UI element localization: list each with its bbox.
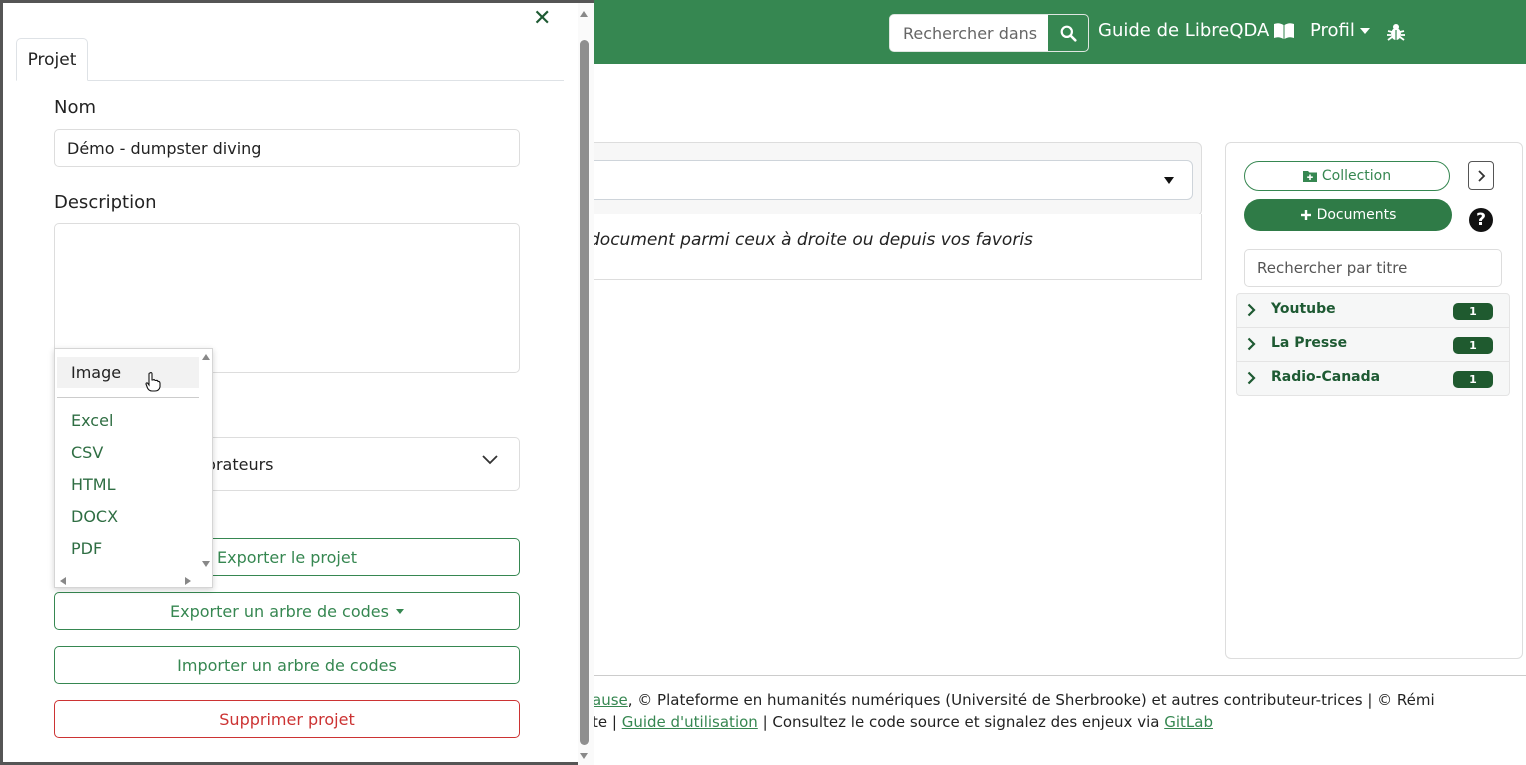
profile-menu[interactable]: Profil <box>1310 20 1370 41</box>
dropdown-item-pdf[interactable]: PDF <box>71 539 102 558</box>
dropdown-divider <box>57 397 199 398</box>
tab-projet[interactable]: Projet <box>16 38 88 81</box>
export-code-tree-label: Exporter un arbre de codes <box>170 601 389 621</box>
delete-project-button[interactable]: Supprimer projet <box>54 700 520 738</box>
collection-name: La Presse <box>1271 335 1348 351</box>
scroll-down-icon[interactable] <box>202 561 210 567</box>
caret-down-icon <box>1164 177 1174 184</box>
global-search <box>889 14 1089 52</box>
license-link[interactable]: ause <box>592 691 628 709</box>
collection-item-youtube[interactable]: Youtube 1 <box>1236 293 1510 328</box>
chevron-right-icon <box>1247 303 1256 317</box>
folder-plus-icon <box>1302 171 1317 182</box>
chevron-right-icon <box>1478 169 1486 182</box>
book-icon <box>1274 22 1295 39</box>
gitlab-link[interactable]: GitLab <box>1164 713 1213 731</box>
footer-divider <box>560 675 1526 676</box>
scroll-down-icon[interactable] <box>580 753 588 759</box>
footer-line-2: te | Guide d'utilisation | Consultez le … <box>592 713 1213 731</box>
user-guide-link[interactable]: Guide d'utilisation <box>622 713 758 731</box>
collection-count-badge: 1 <box>1453 303 1493 320</box>
scroll-right-icon[interactable] <box>185 577 191 585</box>
title-search-input[interactable] <box>1244 249 1502 287</box>
scroll-up-icon[interactable] <box>580 11 588 17</box>
export-project-label: Exporter le projet <box>217 547 357 567</box>
project-name-input[interactable] <box>54 129 520 167</box>
chevron-right-icon <box>1247 337 1256 351</box>
help-icon[interactable]: ? <box>1469 208 1493 232</box>
profile-label: Profil <box>1310 20 1355 41</box>
hand-cursor-icon <box>145 372 161 392</box>
caret-down-icon <box>1359 27 1370 34</box>
collection-item-la-presse[interactable]: La Presse 1 <box>1236 328 1510 362</box>
dropdown-item-image[interactable]: Image <box>57 357 199 388</box>
guide-link[interactable]: Guide de LibreQDA <box>1098 20 1295 41</box>
export-format-dropdown: Image Excel CSV HTML DOCX PDF <box>54 348 213 588</box>
documents-button-label: Documents <box>1316 207 1397 223</box>
guide-label: Guide de LibreQDA <box>1098 20 1270 41</box>
delete-project-label: Supprimer projet <box>219 709 355 729</box>
document-hint: document parmi ceux à droite ou depuis v… <box>589 230 1033 250</box>
dropdown-item-csv[interactable]: CSV <box>71 443 103 462</box>
scroll-left-icon[interactable] <box>60 577 66 585</box>
description-label: Description <box>54 192 157 213</box>
chevron-right-icon <box>1247 371 1256 385</box>
add-collection-button[interactable]: Collection <box>1244 161 1450 191</box>
panel-scroll-thumb[interactable] <box>580 40 589 745</box>
dropdown-item-html[interactable]: HTML <box>71 475 116 494</box>
collection-name: Radio-Canada <box>1271 369 1381 385</box>
global-search-input[interactable] <box>890 15 1047 51</box>
plus-icon <box>1300 210 1311 220</box>
tab-underline <box>16 80 564 81</box>
add-documents-button[interactable]: Documents <box>1244 199 1452 231</box>
caret-down-icon <box>395 608 404 614</box>
name-label: Nom <box>54 97 97 118</box>
footer-line-1: ause, © Plateforme en humanités numériqu… <box>592 691 1435 709</box>
footer-prefix: te | <box>592 713 622 731</box>
collection-item-radio-canada[interactable]: Radio-Canada 1 <box>1236 362 1510 396</box>
collection-list: Youtube 1 La Presse 1 Radio-Canada 1 <box>1236 293 1510 396</box>
export-code-tree-button[interactable]: Exporter un arbre de codes <box>54 592 520 630</box>
footer-credits: , © Plateforme en humanités numériques (… <box>627 691 1435 709</box>
dropdown-item-docx[interactable]: DOCX <box>71 507 118 526</box>
dropdown-vertical-scrollbar[interactable] <box>201 351 212 571</box>
bug-icon[interactable] <box>1386 22 1406 42</box>
footer-source-text: | Consultez le code source et signalez d… <box>757 713 1165 731</box>
collection-name: Youtube <box>1271 301 1336 317</box>
collection-count-badge: 1 <box>1453 337 1493 354</box>
import-code-tree-button[interactable]: Importer un arbre de codes <box>54 646 520 684</box>
scroll-up-icon[interactable] <box>202 354 210 360</box>
collapse-panel-button[interactable] <box>1468 161 1494 190</box>
dropdown-item-excel[interactable]: Excel <box>71 411 113 430</box>
collection-button-label: Collection <box>1321 168 1392 184</box>
close-icon[interactable]: ✕ <box>533 8 551 30</box>
search-icon <box>1060 25 1077 42</box>
chevron-down-icon <box>482 455 498 465</box>
document-select[interactable] <box>560 160 1193 200</box>
search-button[interactable] <box>1047 15 1088 51</box>
import-code-tree-label: Importer un arbre de codes <box>177 655 397 675</box>
dropdown-horizontal-scrollbar[interactable] <box>57 575 191 587</box>
collection-count-badge: 1 <box>1453 371 1493 388</box>
